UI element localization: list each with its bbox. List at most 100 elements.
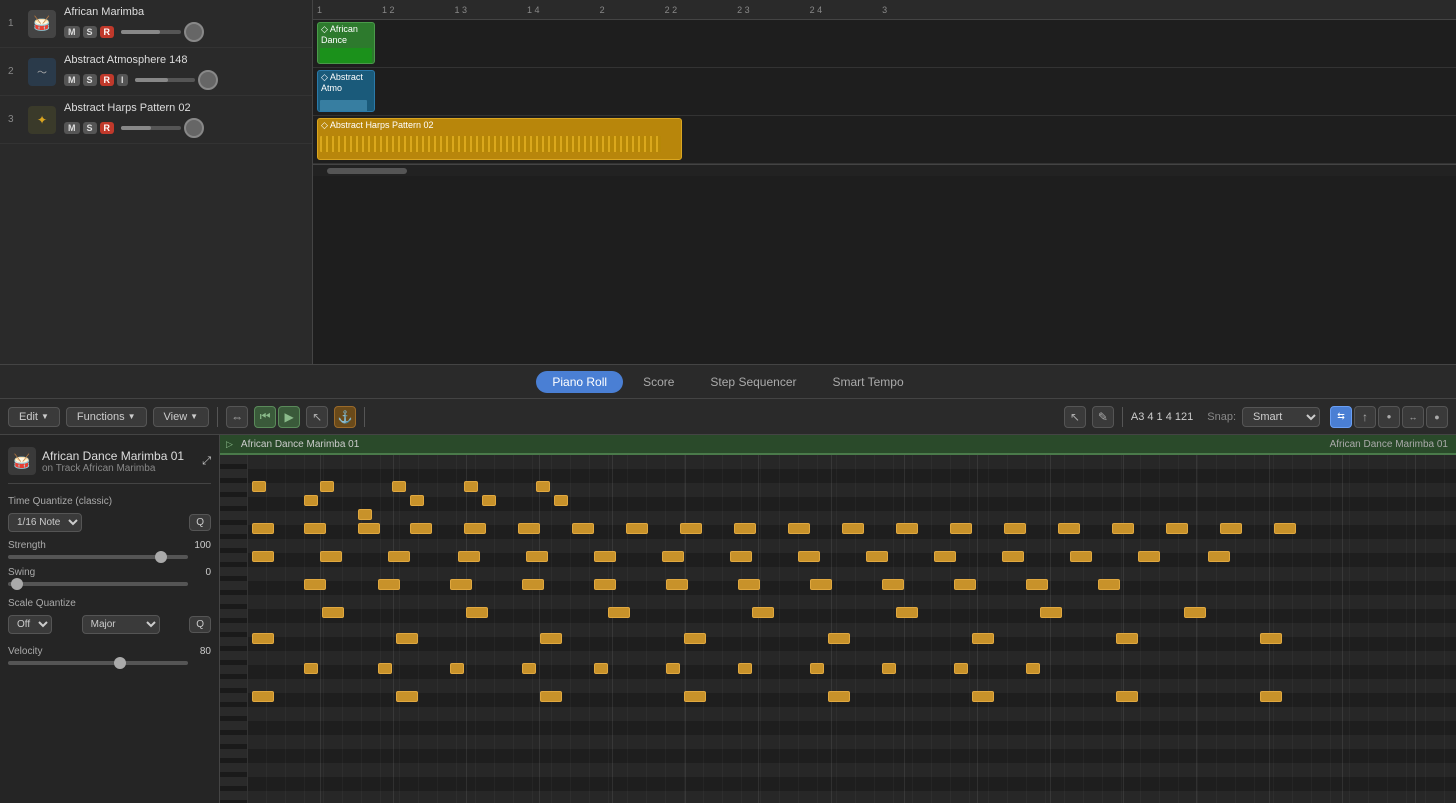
velocity-slider[interactable] (8, 661, 188, 665)
midi-note[interactable] (1040, 607, 1062, 618)
midi-note[interactable] (554, 495, 568, 506)
midi-note[interactable] (680, 523, 702, 534)
midi-note[interactable] (252, 523, 274, 534)
scale-off-select[interactable]: Off On (8, 615, 52, 634)
expand-button[interactable]: ⤢ (202, 455, 211, 468)
midi-note[interactable] (1220, 523, 1242, 534)
note-grid[interactable] (248, 455, 1456, 803)
midi-note[interactable] (594, 579, 616, 590)
midi-note[interactable] (730, 551, 752, 562)
clip-african-dance[interactable]: ◇ African Dance (317, 22, 375, 64)
midi-note[interactable] (1058, 523, 1080, 534)
midi-note[interactable] (1112, 523, 1134, 534)
midi-note[interactable] (304, 523, 326, 534)
midi-note[interactable] (1166, 523, 1188, 534)
midi-note[interactable] (1070, 551, 1092, 562)
clip-abstract-harps[interactable]: ◇ Abstract Harps Pattern 02 (317, 118, 682, 160)
midi-note[interactable] (1208, 551, 1230, 562)
tab-piano-roll[interactable]: Piano Roll (536, 371, 623, 393)
pencil-tool[interactable]: ✎ (1092, 406, 1114, 428)
midi-note[interactable] (410, 495, 424, 506)
track-volume-slider[interactable] (121, 30, 181, 34)
midi-note[interactable] (450, 663, 464, 674)
midi-note[interactable] (1116, 633, 1138, 644)
solo-button[interactable]: S (83, 74, 97, 86)
midi-note[interactable] (458, 551, 480, 562)
midi-note[interactable] (1026, 663, 1040, 674)
midi-note[interactable] (388, 551, 410, 562)
midi-note[interactable] (788, 523, 810, 534)
midi-note[interactable] (1098, 579, 1120, 590)
midi-note[interactable] (972, 691, 994, 702)
midi-note[interactable] (734, 523, 756, 534)
track-pan-knob[interactable] (184, 118, 204, 138)
midi-out-button[interactable]: ▶ (278, 406, 300, 428)
swing-thumb[interactable] (11, 578, 23, 590)
track-pan-knob[interactable] (184, 22, 204, 42)
horizontal-scrollbar[interactable] (313, 164, 1456, 176)
midi-note[interactable] (378, 579, 400, 590)
midi-note[interactable] (464, 523, 486, 534)
midi-note[interactable] (954, 579, 976, 590)
midi-note[interactable] (358, 509, 372, 520)
midi-note[interactable] (828, 633, 850, 644)
midi-note[interactable] (1116, 691, 1138, 702)
midi-note[interactable] (972, 633, 994, 644)
tab-step-sequencer[interactable]: Step Sequencer (694, 371, 812, 393)
midi-note[interactable] (522, 579, 544, 590)
h-zoom-button[interactable]: ↔ (1402, 406, 1424, 428)
midi-note[interactable] (358, 523, 380, 534)
midi-note[interactable] (522, 663, 536, 674)
midi-note[interactable] (1260, 633, 1282, 644)
strength-slider[interactable] (8, 555, 188, 559)
midi-note[interactable] (752, 607, 774, 618)
midi-note[interactable] (304, 663, 318, 674)
solo-button[interactable]: S (83, 122, 97, 134)
midi-note[interactable] (540, 691, 562, 702)
midi-note[interactable] (320, 551, 342, 562)
scale-apply-button[interactable]: Q (189, 616, 211, 633)
midi-note[interactable] (1260, 691, 1282, 702)
quantize-apply-button[interactable]: Q (189, 514, 211, 531)
record-button[interactable]: R (100, 122, 115, 134)
midi-note[interactable] (950, 523, 972, 534)
midi-note[interactable] (810, 579, 832, 590)
clip-abstract-atmo[interactable]: ◇ Abstract Atmo (317, 70, 375, 112)
midi-note[interactable] (666, 579, 688, 590)
record-button[interactable]: R (100, 26, 115, 38)
midi-note[interactable] (594, 551, 616, 562)
loop-button[interactable]: ⇆ (1330, 406, 1352, 428)
dot-button[interactable]: ● (1378, 406, 1400, 428)
midi-note[interactable] (396, 691, 418, 702)
select-tool[interactable]: ↖ (306, 406, 328, 428)
midi-note[interactable] (518, 523, 540, 534)
midi-note[interactable] (798, 551, 820, 562)
midi-note[interactable] (536, 481, 550, 492)
record-button[interactable]: R (100, 74, 115, 86)
midi-note[interactable] (662, 551, 684, 562)
pointer-tool[interactable]: ↖ (1064, 406, 1086, 428)
track-volume-slider[interactable] (121, 126, 181, 130)
midi-note[interactable] (882, 579, 904, 590)
midi-note[interactable] (934, 551, 956, 562)
midi-note[interactable] (320, 481, 334, 492)
midi-note[interactable] (572, 523, 594, 534)
scale-type-select[interactable]: Major Minor Pentatonic (82, 615, 160, 634)
midi-note[interactable] (466, 607, 488, 618)
midi-note[interactable] (482, 495, 496, 506)
midi-note[interactable] (626, 523, 648, 534)
midi-note[interactable] (1026, 579, 1048, 590)
midi-note[interactable] (608, 607, 630, 618)
midi-note[interactable] (252, 551, 274, 562)
midi-note[interactable] (252, 481, 266, 492)
midi-note[interactable] (594, 663, 608, 674)
mute-button[interactable]: M (64, 74, 80, 86)
snap-select[interactable]: Smart Bar Beat (1242, 407, 1320, 427)
midi-note[interactable] (896, 523, 918, 534)
midi-note[interactable] (954, 663, 968, 674)
midi-note[interactable] (1274, 523, 1296, 534)
midi-note[interactable] (882, 663, 896, 674)
midi-note[interactable] (252, 691, 274, 702)
input-monitor-button[interactable]: I (117, 74, 128, 86)
midi-note[interactable] (540, 633, 562, 644)
